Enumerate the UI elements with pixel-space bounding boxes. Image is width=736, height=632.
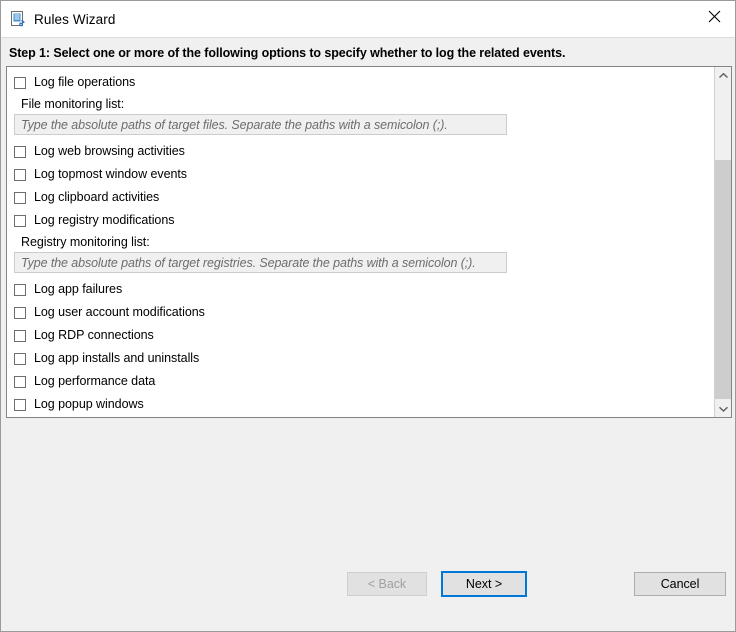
checkbox-row-log-registry-modifications[interactable]: Log registry modifications (7, 209, 707, 232)
scrollbar-thumb[interactable] (715, 160, 731, 399)
log-registry-modifications-checkbox[interactable] (14, 215, 26, 227)
checkbox-row-log-popup-windows[interactable]: Log popup windows (7, 393, 707, 416)
log-performance-data-checkbox[interactable] (14, 376, 26, 388)
registry-monitoring-input-placeholder: Type the absolute paths of target regist… (15, 256, 476, 270)
log-web-browsing-activities-label: Log web browsing activities (34, 145, 185, 158)
log-topmost-window-events-checkbox[interactable] (14, 169, 26, 181)
log-popup-windows-label: Log popup windows (34, 398, 144, 411)
back-button[interactable]: < Back (347, 572, 427, 596)
log-performance-data-label: Log performance data (34, 375, 155, 388)
checkbox-row-log-user-account-modifications[interactable]: Log user account modifications (7, 301, 707, 324)
log-user-account-modifications-label: Log user account modifications (34, 306, 205, 319)
options-list: Type the process names of target apps. S… (7, 66, 707, 416)
registry-monitoring-list-label-text: Registry monitoring list: (21, 235, 150, 249)
checkbox-row-log-rdp-connections[interactable]: Log RDP connections (7, 324, 707, 347)
file-monitoring-input-placeholder: Type the absolute paths of target files.… (15, 118, 448, 132)
cancel-button[interactable]: Cancel (634, 572, 726, 596)
log-file-operations-checkbox[interactable] (14, 77, 26, 89)
step-header: Step 1: Select one or more of the follow… (1, 37, 736, 67)
log-app-failures-label: Log app failures (34, 283, 122, 296)
log-web-browsing-activities-checkbox[interactable] (14, 146, 26, 158)
log-registry-modifications-label: Log registry modifications (34, 214, 174, 227)
log-file-operations-label: Log file operations (34, 76, 135, 89)
vertical-scrollbar[interactable] (714, 67, 731, 417)
log-app-installs-and-uninstalls-checkbox[interactable] (14, 353, 26, 365)
file-monitoring-list-label-text: File monitoring list: (21, 97, 124, 111)
registry-monitoring-list-label: Registry monitoring list: (7, 232, 707, 252)
checkbox-row-log-web-browsing-activities[interactable]: Log web browsing activities (7, 140, 707, 163)
log-rdp-connections-checkbox[interactable] (14, 330, 26, 342)
rules-wizard-window: Rules Wizard Step 1: Select one or more … (0, 0, 736, 632)
log-topmost-window-events-label: Log topmost window events (34, 168, 187, 181)
log-user-account-modifications-checkbox[interactable] (14, 307, 26, 319)
step-instruction-text: Step 1: Select one or more of the follow… (9, 46, 565, 60)
log-clipboard-activities-checkbox[interactable] (14, 192, 26, 204)
next-button[interactable]: Next > (441, 571, 527, 597)
chevron-up-icon[interactable] (715, 67, 731, 84)
checkbox-row-log-app-failures[interactable]: Log app failures (7, 278, 707, 301)
title-bar: Rules Wizard (1, 1, 736, 37)
window-title: Rules Wizard (34, 12, 115, 27)
file-monitoring-input[interactable]: Type the absolute paths of target files.… (14, 114, 507, 135)
checkbox-row-log-topmost-window-events[interactable]: Log topmost window events (7, 163, 707, 186)
registry-monitoring-input-row: Type the absolute paths of target regist… (7, 252, 707, 278)
log-clipboard-activities-label: Log clipboard activities (34, 191, 159, 204)
log-app-failures-checkbox[interactable] (14, 284, 26, 296)
log-rdp-connections-label: Log RDP connections (34, 329, 154, 342)
close-icon[interactable] (691, 1, 736, 31)
registry-monitoring-input[interactable]: Type the absolute paths of target regist… (14, 252, 507, 273)
chevron-down-icon[interactable] (715, 400, 731, 417)
file-monitoring-list-label: File monitoring list: (7, 94, 707, 114)
checkbox-row-log-file-operations[interactable]: Log file operations (7, 71, 707, 94)
rules-document-icon (9, 10, 27, 28)
log-popup-windows-checkbox[interactable] (14, 399, 26, 411)
options-scroll-panel: Type the process names of target apps. S… (6, 66, 732, 418)
checkbox-row-log-app-installs-and-uninstalls[interactable]: Log app installs and uninstalls (7, 347, 707, 370)
checkbox-row-log-clipboard-activities[interactable]: Log clipboard activities (7, 186, 707, 209)
checkbox-row-log-performance-data[interactable]: Log performance data (7, 370, 707, 393)
log-app-installs-and-uninstalls-label: Log app installs and uninstalls (34, 352, 199, 365)
file-monitoring-input-row: Type the absolute paths of target files.… (7, 114, 707, 140)
